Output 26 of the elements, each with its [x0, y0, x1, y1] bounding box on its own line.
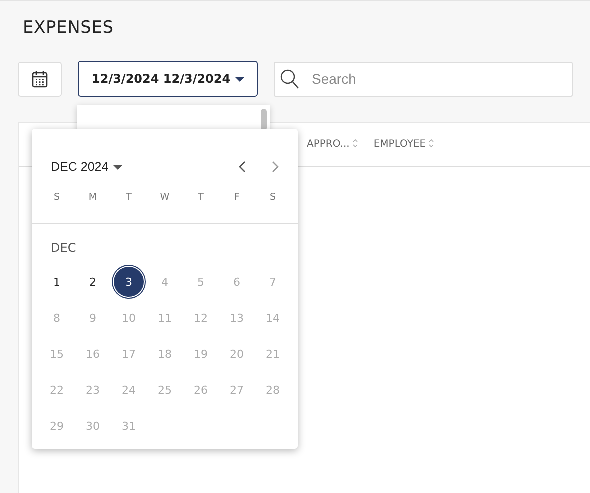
weekday-label: F — [233, 191, 241, 205]
month-selector[interactable]: DEC 2024 — [51, 160, 123, 174]
weekday-label: T — [197, 191, 205, 205]
column-header[interactable]: APPRO... — [307, 139, 358, 150]
day-button[interactable]: 3 — [111, 264, 147, 300]
search-field[interactable]: Search — [274, 62, 573, 96]
chevron-left-icon — [239, 161, 246, 173]
sort-icon — [429, 139, 434, 148]
page-title: EXPENSES — [23, 17, 115, 39]
caret-icon — [235, 76, 245, 82]
date-range-dropdown[interactable]: 12/3/2024 12/3/2024 — [78, 61, 258, 97]
calendar-button[interactable] — [18, 62, 62, 96]
scrollbar-thumb[interactable] — [261, 109, 267, 131]
chevron-right-icon — [272, 161, 279, 173]
weekday-label: M — [88, 191, 98, 205]
weekday-label: S — [268, 191, 278, 205]
day-button[interactable]: 1 — [39, 264, 75, 300]
sort-icon — [352, 139, 358, 148]
month-section-label: DEC — [51, 241, 78, 257]
column-header[interactable]: EMPLOYEE — [374, 139, 434, 150]
day-button[interactable]: 2 — [75, 264, 111, 300]
calendar-icon — [32, 70, 48, 88]
weekday-label: W — [159, 191, 171, 205]
weekday-label: T — [125, 191, 133, 205]
weekday-label: S — [52, 191, 62, 205]
search-icon — [280, 68, 300, 90]
